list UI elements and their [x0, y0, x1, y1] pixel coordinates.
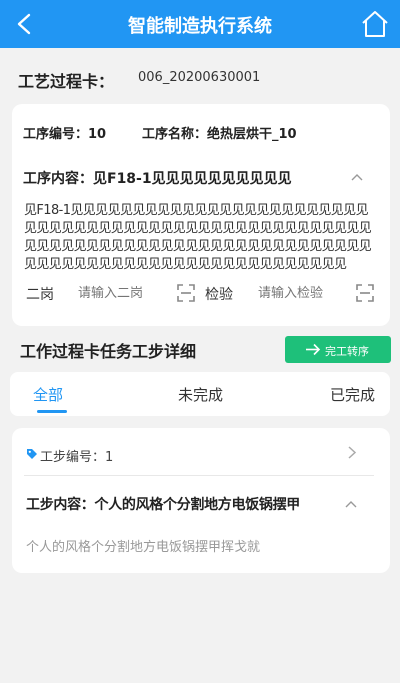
tab-completed[interactable]: 已完成: [330, 384, 375, 405]
tag-icon: [27, 449, 37, 459]
scan-icon[interactable]: [355, 283, 375, 303]
process-info-panel: 工序编号：10 工序名称：绝热层烘干_10 工序内容：见F18-1见见见见见见见…: [12, 104, 390, 326]
process-number: 工序编号：10: [23, 127, 107, 142]
home-icon[interactable]: [360, 9, 390, 39]
step-number: 工步编号：1: [40, 450, 114, 465]
step-card: 工步编号：1 工步内容：个人的风格个分割地方电饭锅摆甲 个人的风格个分割地方电饭…: [12, 428, 390, 573]
chevron-right-icon[interactable]: [347, 445, 357, 460]
process-content-text: 见F18-1见见见见见见见见见见见见见见见见见见见见见见见见见见见见见见见见见见…: [24, 203, 372, 272]
arrow-right-icon: [306, 343, 321, 356]
process-card-row: 工艺过程卡： 006_20200630001: [0, 58, 400, 98]
tab-incomplete[interactable]: 未完成: [178, 384, 223, 405]
filter-tabs: 全部 未完成 已完成: [10, 372, 390, 416]
complete-transfer-label: 完工转序: [325, 345, 369, 358]
complete-transfer-button[interactable]: 完工转序: [285, 336, 391, 363]
chevron-up-icon[interactable]: [344, 499, 358, 509]
active-tab-indicator: [37, 410, 67, 413]
page-title: 智能制造执行系统: [128, 16, 272, 37]
section-title: 工作过程卡任务工步详细: [20, 342, 197, 361]
inspection-label: 检验: [205, 287, 233, 303]
inspection-input[interactable]: [258, 283, 348, 303]
chevron-up-icon[interactable]: [350, 172, 364, 182]
app-header: 智能制造执行系统: [0, 0, 400, 48]
process-content-label: 工序内容：见F18-1见见见见见见见见见见: [23, 171, 292, 187]
step-content-text: 个人的风格个分割地方电饭锅摆甲挥戈就: [26, 540, 261, 555]
tab-all[interactable]: 全部: [33, 384, 63, 405]
scan-icon[interactable]: [176, 283, 196, 303]
process-card-number: 006_20200630001: [138, 70, 261, 85]
divider: [24, 475, 374, 476]
process-card-label: 工艺过程卡：: [18, 72, 115, 91]
process-name: 工序名称：绝热层烘干_10: [142, 127, 297, 142]
second-post-label: 二岗: [26, 287, 54, 303]
second-post-input[interactable]: [78, 283, 168, 303]
step-content-label: 工步内容：个人的风格个分割地方电饭锅摆甲: [26, 497, 300, 513]
